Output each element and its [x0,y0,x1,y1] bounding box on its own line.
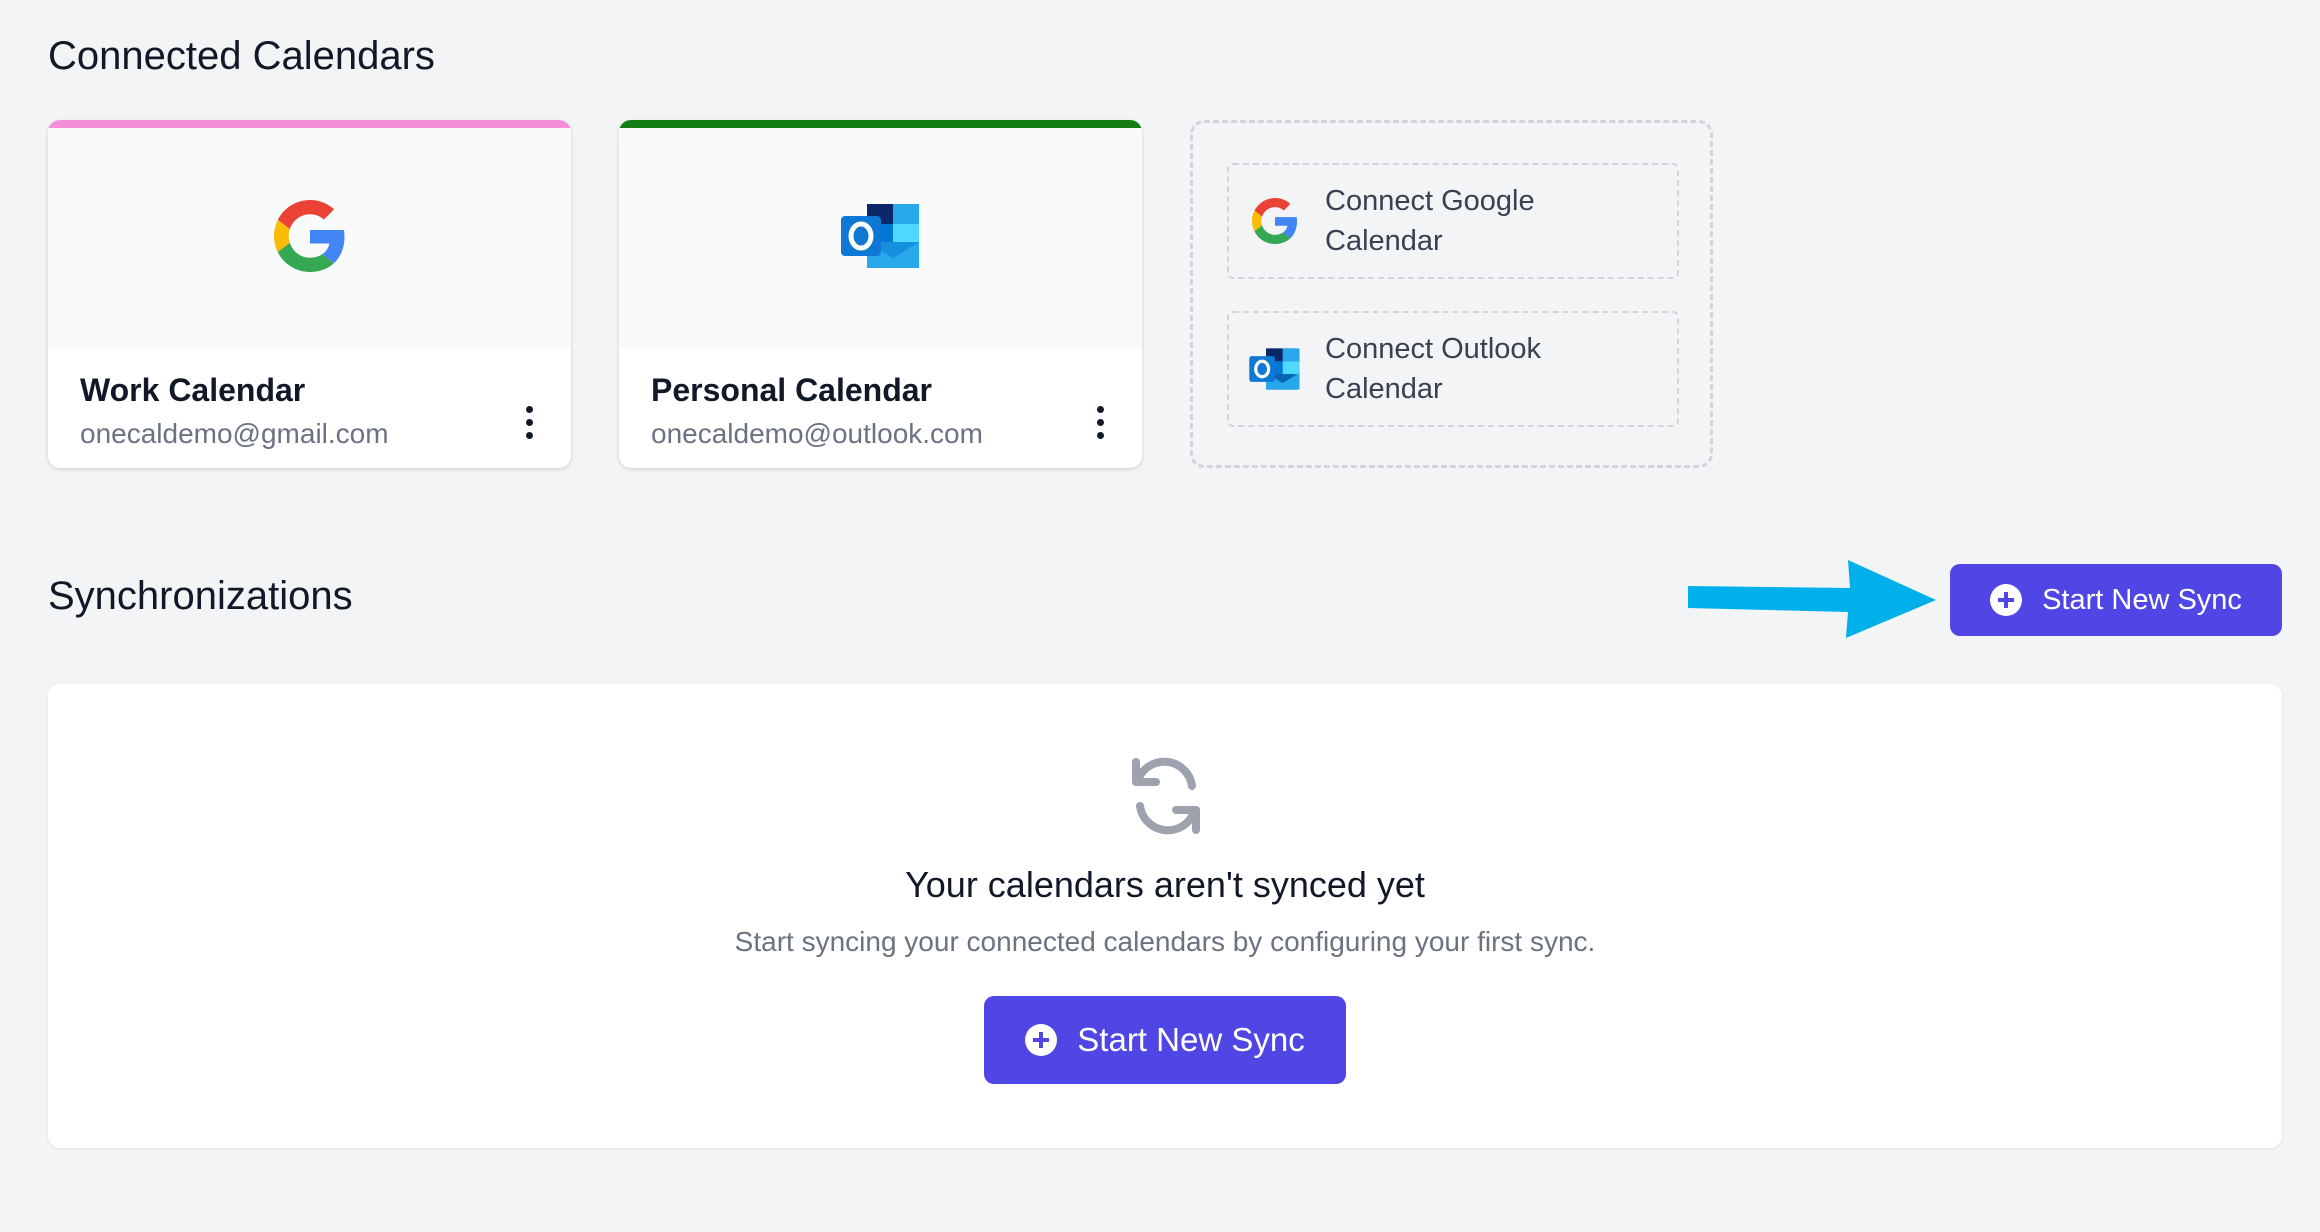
connect-outlook-label: Connect Outlook Calendar [1325,333,1542,405]
google-icon [1247,193,1303,249]
empty-state-title: Your calendars aren't synced yet [905,864,1425,905]
outlook-icon [1247,341,1303,397]
arrow-right-icon [1688,556,1938,645]
connect-google-label: Connect Google Calendar [1325,185,1535,257]
calendar-card-personal[interactable]: Personal Calendar onecaldemo@outlook.com [619,120,1142,468]
connected-calendars-title: Connected Calendars [48,34,435,78]
calendar-card-work[interactable]: Work Calendar onecaldemo@gmail.com [48,120,571,468]
connect-outlook-button[interactable]: Connect Outlook Calendar [1227,311,1679,427]
calendar-accent-bar [619,120,1142,128]
sync-icon [1130,756,1202,841]
plus-circle-icon [1990,584,2023,616]
more-options-icon[interactable] [517,392,541,452]
calendar-logo-area [48,128,571,348]
start-new-sync-label: Start New Sync [1077,1021,1305,1058]
calendar-logo-area [619,128,1142,348]
calendar-name: Personal Calendar [651,372,932,408]
calendar-accent-bar [48,120,571,128]
connect-google-button[interactable]: Connect Google Calendar [1227,163,1679,279]
calendar-email: onecaldemo@gmail.com [80,418,389,449]
calendar-email: onecaldemo@outlook.com [651,418,983,449]
page: Connected Calendars Work Calendar onecal… [0,0,2320,1232]
start-new-sync-label: Start New Sync [2042,583,2242,616]
connect-calendar-panel: Connect Google Calendar Connect Outlook … [1190,120,1713,468]
empty-state-subtitle: Start syncing your connected calendars b… [734,926,1596,957]
google-icon [273,199,346,277]
plus-circle-icon [1025,1024,1058,1056]
more-options-icon[interactable] [1088,392,1112,452]
calendar-name: Work Calendar [80,372,306,408]
outlook-icon [839,198,923,279]
start-new-sync-button-main[interactable]: Start New Sync [984,996,1346,1084]
start-new-sync-button[interactable]: Start New Sync [1950,564,2282,636]
synchronizations-title: Synchronizations [48,574,353,618]
